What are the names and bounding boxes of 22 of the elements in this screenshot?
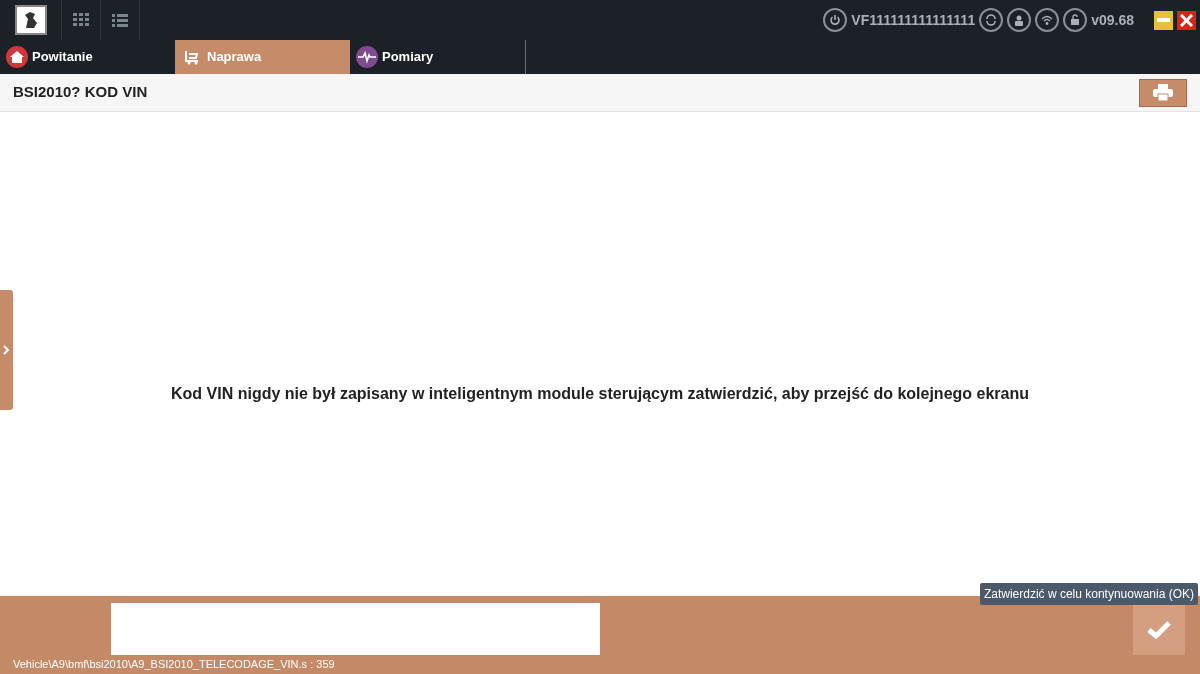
status-bar-text: Vehicle\A9\bmf\bsi2010\A9_BSI2010_TELECODAGE_VIN.s : 359: [13, 656, 335, 672]
input-field[interactable]: [111, 603, 600, 655]
power-icon[interactable]: [823, 8, 848, 32]
vin-number: VF111111111111111: [851, 10, 976, 30]
check-icon: [1147, 620, 1171, 639]
wifi-icon[interactable]: [1035, 8, 1060, 32]
version-label: v09.68: [1091, 10, 1134, 30]
tab[interactable]: Powitanie: [0, 40, 175, 74]
minimize-button[interactable]: [1154, 10, 1173, 30]
minus-icon: [1157, 18, 1170, 22]
pulse-icon: [356, 46, 378, 68]
message-text: Kod VIN nigdy nie był zapisany w inteligentnym module sterującym zatwierdzić, aby przejść do kolejnego ekranu: [171, 384, 1029, 404]
user-icon[interactable]: [1007, 8, 1032, 32]
padlock-icon[interactable]: [1063, 8, 1088, 32]
tooltip: Zatwierdzić w celu kontynuowania (OK): [979, 583, 1198, 605]
side-panel-handle[interactable]: [0, 290, 13, 410]
tab[interactable]: Pomiary: [350, 40, 525, 74]
screen-title: BSI2010? KOD VIN: [13, 82, 148, 103]
printer-icon[interactable]: [1139, 78, 1187, 107]
refresh-icon[interactable]: [979, 8, 1004, 32]
house-icon: [6, 46, 28, 68]
close-button[interactable]: [1177, 10, 1196, 30]
